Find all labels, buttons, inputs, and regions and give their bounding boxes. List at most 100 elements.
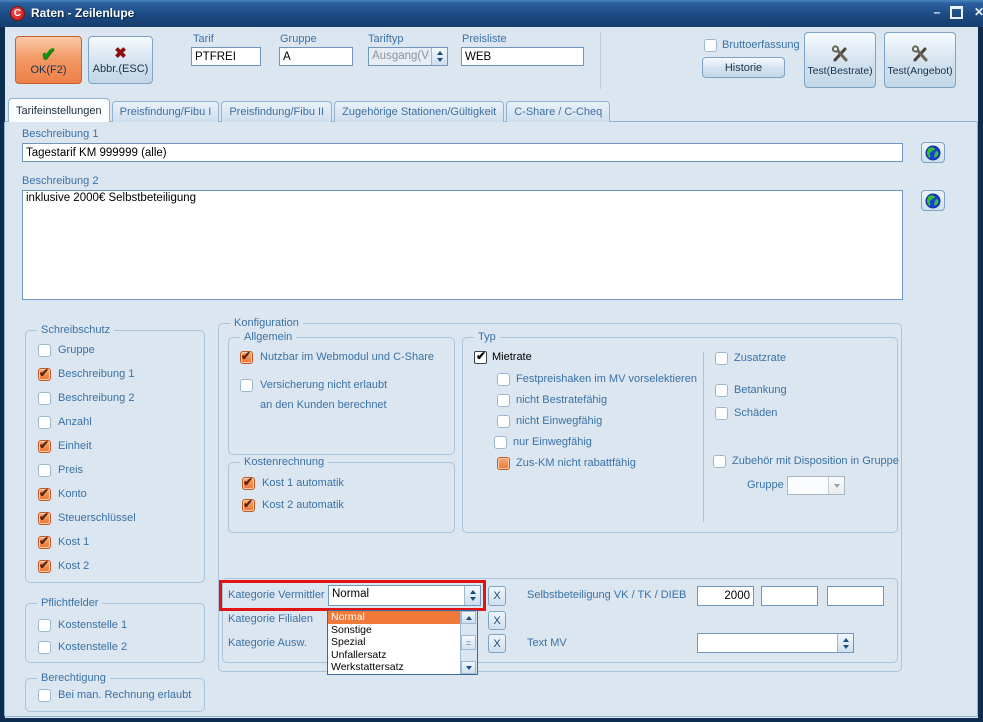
dropdown-option-spezial[interactable]: Spezial: [328, 636, 462, 649]
ok-button-label: OK(F2): [30, 64, 66, 76]
ws-beschreibung2-checkbox[interactable]: [38, 392, 51, 405]
tariftyp-select[interactable]: Ausgang(Ver: [368, 47, 448, 66]
typ-group-divider: [703, 352, 704, 522]
close-button[interactable]: ✕: [971, 4, 983, 20]
schaeden-checkbox[interactable]: [715, 407, 728, 420]
ws-kost1-checkbox[interactable]: [38, 536, 51, 549]
kost1-automatik-label: Kost 1 automatik: [262, 477, 344, 490]
minimize-button[interactable]: –: [929, 4, 945, 20]
scroll-down-icon[interactable]: [461, 661, 476, 674]
ws-gruppe-checkbox[interactable]: [38, 344, 51, 357]
versicherung-nicht-erlaubt-checkbox[interactable]: [240, 379, 253, 392]
gruppe-input[interactable]: [279, 47, 353, 66]
chevron-down-icon: [828, 477, 844, 494]
nur-einwegfaehig-checkbox[interactable]: [494, 436, 507, 449]
ws-gruppe-label: Gruppe: [58, 344, 95, 357]
translate-beschreibung2-button[interactable]: [921, 190, 945, 211]
spinner-icon[interactable]: [464, 586, 480, 605]
dropdown-option-sonstige[interactable]: Sonstige: [328, 624, 462, 637]
preisliste-input[interactable]: [461, 47, 584, 66]
tarif-input[interactable]: [191, 47, 261, 66]
text-mv-label: Text MV: [527, 637, 567, 650]
nicht-einwegfaehig-label: nicht Einwegfähig: [516, 415, 602, 428]
translate-beschreibung1-button[interactable]: [921, 142, 945, 163]
ws-einheit-checkbox[interactable]: [38, 440, 51, 453]
tab-bar: Tarifeinstellungen Preisfindung/Fibu I P…: [8, 98, 612, 122]
text-mv-select[interactable]: [697, 633, 854, 653]
beschreibung2-textarea[interactable]: inklusive 2000€ Selbstbeteiligung: [22, 190, 903, 300]
scrollbar-thumb[interactable]: =: [461, 635, 476, 650]
ws-steuerschluessel-label: Steuerschlüssel: [58, 512, 136, 525]
tariftyp-label: Tariftyp: [368, 33, 403, 46]
ok-button[interactable]: ✔ OK(F2): [15, 36, 82, 84]
cancel-button[interactable]: ✖ Abbr.(ESC): [88, 36, 153, 84]
typ-gruppe-select[interactable]: [787, 476, 845, 495]
zuskm-nicht-rabattfaehig-checkbox[interactable]: [497, 457, 510, 470]
ws-konto-label: Konto: [58, 488, 87, 501]
zubehoer-disposition-checkbox[interactable]: [713, 455, 726, 468]
nutzbar-webmodul-checkbox[interactable]: [240, 351, 253, 364]
zusatzrate-checkbox[interactable]: [715, 352, 728, 365]
kostenstelle1-label: Kostenstelle 1: [58, 619, 127, 632]
cross-icon: ✖: [114, 46, 127, 62]
tab-preisfindung-fibu-2[interactable]: Preisfindung/Fibu II: [221, 101, 332, 122]
spinner-icon[interactable]: [837, 634, 853, 652]
historie-button[interactable]: Historie: [702, 57, 785, 78]
toolbar-divider: [600, 32, 601, 89]
dropdown-option-unfallersatz[interactable]: Unfallersatz: [328, 649, 462, 662]
close-icon: ✕: [974, 5, 983, 19]
test-bestrate-button[interactable]: Test(Bestrate): [804, 32, 876, 88]
kostenrechnung-group-label: Kostenrechnung: [240, 456, 328, 469]
spinner-icon[interactable]: [431, 48, 447, 65]
minimize-icon: –: [934, 5, 941, 19]
kost2-automatik-checkbox[interactable]: [242, 499, 255, 512]
ws-konto-checkbox[interactable]: [38, 488, 51, 501]
title-bar: C Raten - Zeilenlupe – ✕: [0, 0, 983, 27]
ws-anzahl-checkbox[interactable]: [38, 416, 51, 429]
kategorie-filialen-label: Kategorie Filialen: [228, 613, 313, 626]
test-angebot-label: Test(Angebot): [887, 65, 952, 77]
historie-button-label: Historie: [725, 62, 762, 74]
dropdown-option-werkstattersatz[interactable]: Werkstattersatz: [328, 661, 462, 674]
versicherung-nicht-erlaubt-label: Versicherung nicht erlaubt: [260, 379, 387, 392]
zuskm-nicht-rabattfaehig-label: Zus-KM nicht rabattfähig: [516, 457, 636, 470]
clear-filialen-button[interactable]: X: [488, 611, 506, 630]
tab-preisfindung-fibu-1[interactable]: Preisfindung/Fibu I: [112, 101, 220, 122]
kostenstelle1-checkbox[interactable]: [38, 619, 51, 632]
scroll-up-icon[interactable]: [461, 611, 476, 624]
tab-zugehoerige-stationen[interactable]: Zugehörige Stationen/Gültigkeit: [334, 101, 504, 122]
selbstbeteiligung-dieb-input[interactable]: [827, 586, 884, 606]
selbstbeteiligung-vk-input[interactable]: [697, 586, 754, 606]
ws-beschreibung1-checkbox[interactable]: [38, 368, 51, 381]
gruppe-label: Gruppe: [280, 33, 317, 46]
kategorie-vermittler-select[interactable]: Normal: [328, 585, 481, 606]
ws-steuerschluessel-checkbox[interactable]: [38, 512, 51, 525]
bei-man-rechnung-checkbox[interactable]: [38, 689, 51, 702]
kost2-automatik-label: Kost 2 automatik: [262, 499, 344, 512]
nicht-einwegfaehig-checkbox[interactable]: [497, 415, 510, 428]
berechtigung-group-label: Berechtigung: [37, 672, 110, 685]
dropdown-scrollbar[interactable]: =: [460, 611, 477, 674]
kost1-automatik-checkbox[interactable]: [242, 477, 255, 490]
mietrate-checkbox[interactable]: [474, 351, 487, 364]
tab-c-share-c-cheq[interactable]: C-Share / C-Cheq: [506, 101, 610, 122]
festpreishaken-checkbox[interactable]: [497, 373, 510, 386]
selbstbeteiligung-tk-input[interactable]: [761, 586, 818, 606]
kostenstelle2-checkbox[interactable]: [38, 641, 51, 654]
betankung-checkbox[interactable]: [715, 384, 728, 397]
test-angebot-button[interactable]: Test(Angebot): [884, 32, 956, 88]
dropdown-option-normal[interactable]: Normal: [328, 611, 462, 624]
nicht-bestratefaehig-checkbox[interactable]: [497, 394, 510, 407]
clear-vermittler-button[interactable]: X: [488, 586, 506, 606]
tab-tarifeinstellungen[interactable]: Tarifeinstellungen: [8, 98, 110, 122]
maximize-button[interactable]: [948, 4, 964, 20]
ws-kost2-checkbox[interactable]: [38, 560, 51, 573]
beschreibung1-input[interactable]: [22, 143, 903, 162]
ws-preis-checkbox[interactable]: [38, 464, 51, 477]
kostenstelle2-label: Kostenstelle 2: [58, 641, 127, 654]
test-bestrate-label: Test(Bestrate): [807, 65, 872, 77]
pflichtfelder-group: Pflichtfelder: [25, 603, 205, 663]
clear-ausw-button[interactable]: X: [488, 634, 506, 653]
bruttoerfassung-checkbox[interactable]: [704, 39, 717, 52]
ws-preis-label: Preis: [58, 464, 83, 477]
